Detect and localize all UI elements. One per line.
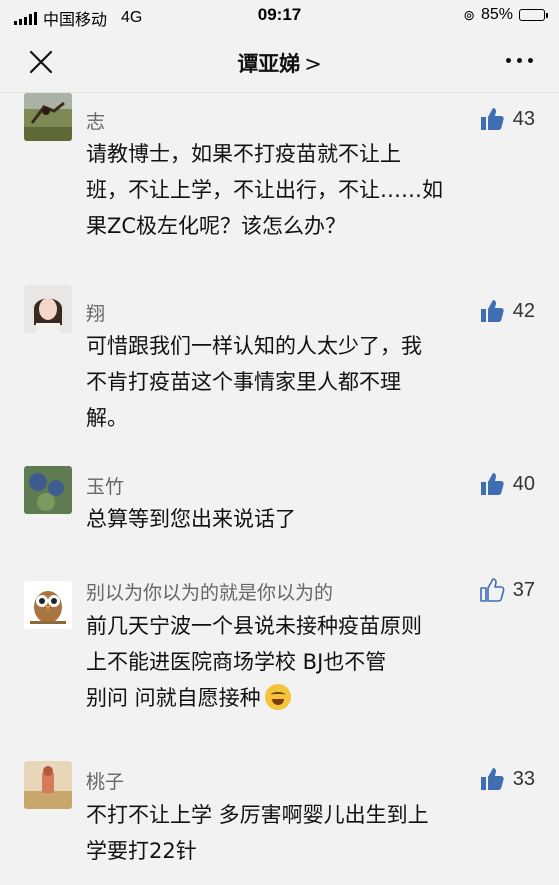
comment-line: 果ZC极左化呢？该怎么办？: [86, 214, 347, 238]
like-count: 33: [512, 767, 535, 790]
like-count: 43: [512, 107, 535, 130]
like-button[interactable]: 43: [479, 106, 535, 132]
like-count: 42: [512, 299, 535, 322]
commenter-name: 志: [86, 111, 106, 133]
status-bar: 中国移动 4G 09:17 ⊚ 85%: [0, 0, 559, 30]
comment-line: 可惜跟我们一样认知的人太少了，我: [86, 334, 422, 358]
like-count: 37: [512, 578, 535, 601]
like-button[interactable]: 42: [479, 298, 535, 324]
commenter-name: 翔: [86, 303, 106, 325]
thumbs-up-outline-icon: [479, 578, 505, 602]
comment-line-with-emoji: 别问 问就自愿接种: [86, 680, 526, 716]
page-title[interactable]: 谭亚娣 >: [0, 48, 559, 78]
comment-line: 前几天宁波一个县说未接种疫苗原则: [86, 614, 422, 638]
comment-line: 上不能进医院商场学校 BJ也不管: [86, 650, 387, 674]
avatar[interactable]: [24, 581, 72, 629]
thumbs-up-icon: [480, 300, 504, 322]
comment-text: 请教博士，如果不打疫苗就不让上 班，不让上学，不让出行，不让……如 果ZC极左化…: [86, 136, 526, 244]
comment-line: 解。: [86, 406, 128, 430]
like-button[interactable]: 40: [479, 471, 535, 497]
avatar[interactable]: [24, 93, 72, 141]
thumbs-up-icon: [480, 768, 504, 790]
status-right: ⊚ 85%: [463, 6, 548, 24]
like-count: 40: [512, 472, 535, 495]
page-title-text: 谭亚娣: [237, 52, 301, 76]
avatar[interactable]: [24, 285, 72, 333]
comment-text: 前几天宁波一个县说未接种疫苗原则 上不能进医院商场学校 BJ也不管 别问 问就自…: [86, 608, 526, 716]
battery-percent: 85%: [480, 6, 513, 23]
more-button[interactable]: [506, 58, 533, 63]
comment-text: 总算等到您出来说话了: [86, 501, 526, 537]
comment-line: 不打不让上学 多厉害啊婴儿出生到上: [86, 803, 429, 827]
comment-text: 可惜跟我们一样认知的人太少了，我 不肯打疫苗这个事情家里人都不理 解。: [86, 328, 526, 436]
comment-line: 学要打22针: [86, 839, 197, 863]
like-button[interactable]: 33: [479, 766, 535, 792]
comment-line: 请教博士，如果不打疫苗就不让上: [86, 142, 401, 166]
commenter-name: 玉竹: [86, 476, 125, 498]
rotation-lock-icon: ⊚: [463, 6, 475, 23]
thumbs-up-icon: [480, 108, 504, 130]
chevron-right-icon: >: [304, 52, 322, 76]
nav-bar: 谭亚娣 >: [0, 30, 559, 93]
comment-line: 总算等到您出来说话了: [86, 507, 296, 531]
comment-text: 不打不让上学 多厉害啊婴儿出生到上 学要打22针: [86, 797, 526, 869]
battery-icon: [519, 9, 548, 21]
comment-line: 别问 问就自愿接种: [86, 686, 261, 710]
commenter-name: 桃子: [86, 771, 125, 793]
avatar[interactable]: [24, 466, 72, 514]
commenter-name: 别以为你以为的就是你以为的: [86, 582, 334, 604]
like-button[interactable]: 37: [479, 577, 535, 603]
avatar[interactable]: [24, 761, 72, 809]
laughing-crying-emoji-icon: [264, 684, 291, 710]
thumbs-up-icon: [480, 473, 504, 495]
comment-line: 不肯打疫苗这个事情家里人都不理: [86, 370, 401, 394]
comment-line: 班，不让上学，不让出行，不让……如: [86, 178, 443, 202]
